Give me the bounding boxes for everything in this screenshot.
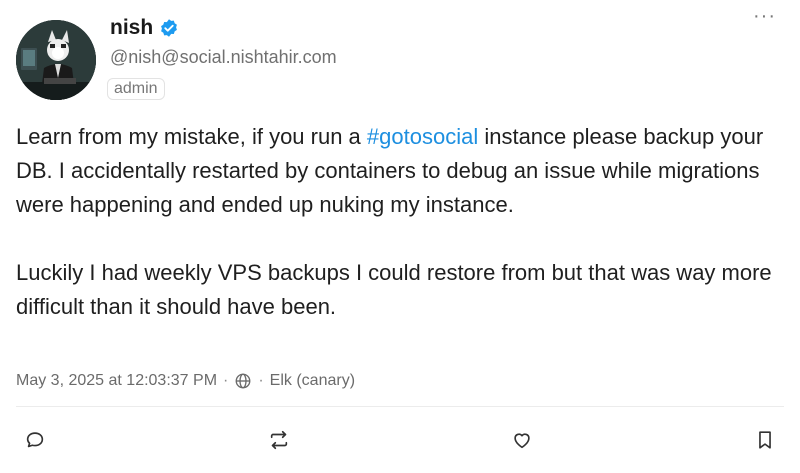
status-card: nish @nish@social.nishtahir.com admin ··… [0,0,800,473]
client-name: Elk (canary) [269,372,356,389]
hashtag-link[interactable]: #gotosocial [367,124,478,149]
account-handle[interactable]: @nish@social.nishtahir.com [110,47,337,68]
reply-icon [26,432,44,448]
role-badge: admin [107,78,165,100]
boost-button[interactable] [266,427,292,453]
bookmark-button[interactable] [752,427,778,453]
bookmark-icon [759,431,771,449]
meta-separator: · [223,372,229,389]
favourite-icon [514,433,530,449]
display-name[interactable]: nish [110,16,153,40]
verified-badge-icon [159,18,179,38]
globe-icon [234,372,252,390]
boost-icon [270,430,288,450]
meta-separator-2: · [258,372,264,389]
timestamp-link[interactable]: May 3, 2025 at 12:03:37 PM [16,372,217,390]
paragraph-1-text-start: Learn from my mistake, if you run a [16,124,367,149]
action-bar [22,427,776,453]
cat-hacker-avatar-icon [16,20,96,100]
status-paragraph-2: Luckily I had weekly VPS backups I could… [16,260,772,319]
status-paragraph-1: Learn from my mistake, if you run a #got… [16,120,786,222]
favourite-button[interactable] [509,427,535,453]
reply-button[interactable] [22,427,48,453]
avatar[interactable] [16,20,96,100]
status-meta: May 3, 2025 at 12:03:37 PM · · Elk (cana… [16,372,355,390]
status-content: Learn from my mistake, if you run a #got… [16,120,786,324]
more-options-button[interactable]: ··· [753,6,776,26]
divider [16,406,784,407]
display-name-row: nish [110,14,179,42]
